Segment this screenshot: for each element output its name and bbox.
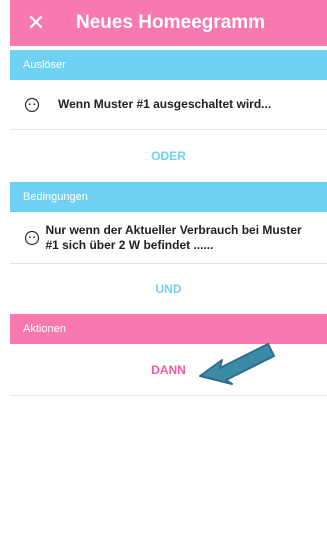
trigger-item-text: Wenn Muster #1 ausgeschaltet wird... xyxy=(58,97,272,111)
then-label: DANN xyxy=(151,363,186,377)
trigger-item[interactable]: Wenn Muster #1 ausgeschaltet wird... xyxy=(10,80,327,130)
smiley-face-icon xyxy=(24,97,58,113)
and-button[interactable]: UND xyxy=(10,264,327,314)
app-header: ✕ Neues Homeegramm xyxy=(10,0,327,46)
or-button[interactable]: ODER xyxy=(10,131,327,181)
close-icon[interactable]: ✕ xyxy=(27,11,45,36)
section-label-triggers: Auslöser xyxy=(23,59,66,71)
smiley-face-icon xyxy=(24,230,45,246)
section-label-conditions: Bedingungen xyxy=(23,191,88,203)
section-label-actions: Aktionen xyxy=(23,323,66,335)
divider xyxy=(10,395,327,396)
or-label: ODER xyxy=(151,149,186,163)
section-header-triggers: Auslöser xyxy=(10,50,327,80)
condition-item-text: Nur wenn der Aktueller Verbrauch bei Mus… xyxy=(45,222,302,252)
section-header-conditions: Bedingungen xyxy=(10,182,327,212)
page-title: Neues Homeegramm xyxy=(76,12,266,33)
app-screen: ✕ Neues Homeegramm Auslöser Wenn Muster … xyxy=(10,0,327,552)
and-label: UND xyxy=(155,282,182,296)
section-header-actions: Aktionen xyxy=(10,314,327,344)
close-button[interactable]: ✕ xyxy=(10,0,62,46)
then-button[interactable]: DANN xyxy=(10,345,327,395)
pointer-arrow-icon xyxy=(199,343,275,385)
condition-item[interactable]: Nur wenn der Aktueller Verbrauch bei Mus… xyxy=(10,212,327,264)
